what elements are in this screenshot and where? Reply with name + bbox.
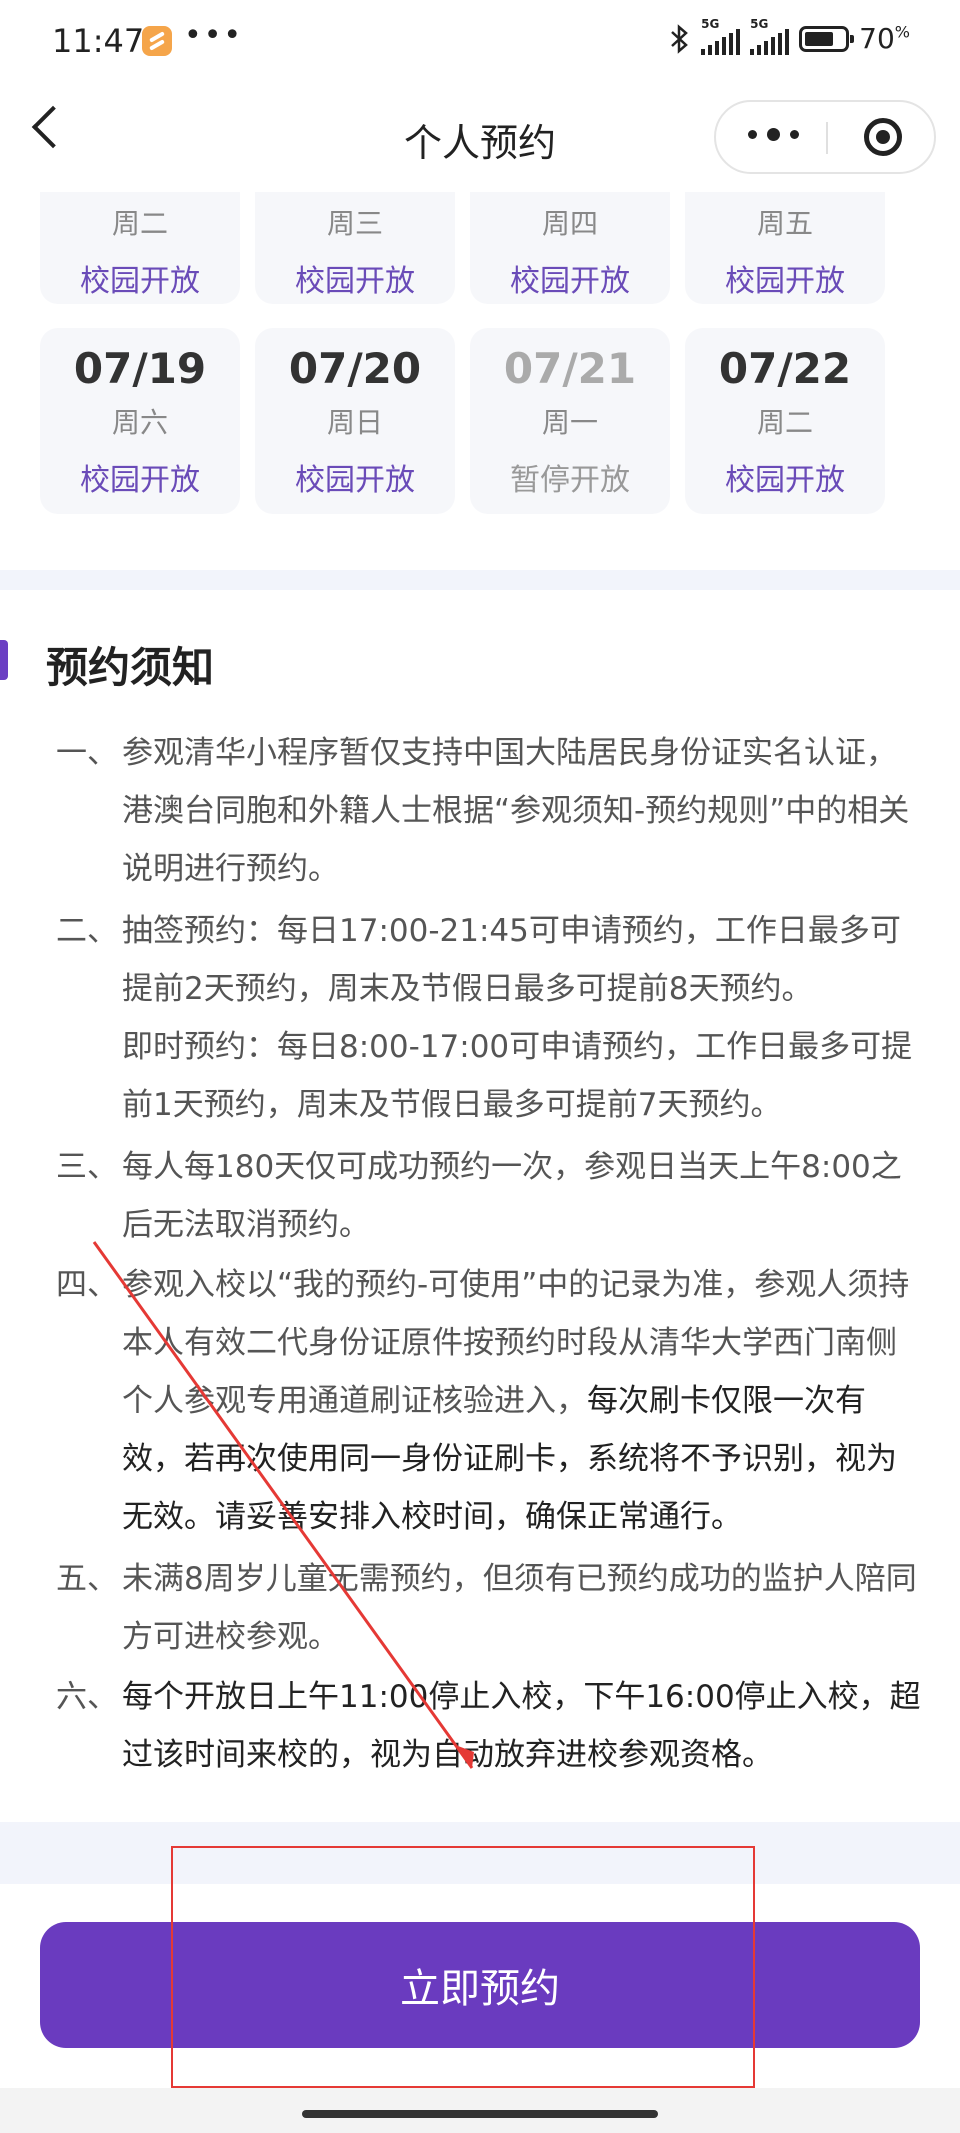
calendar-day[interactable]: 07/22 周二 校园开放	[685, 328, 885, 514]
notice-item: 二、 抽签预约：每日17:00-21:45可申请预约，工作日最多可提前2天预约，…	[56, 913, 913, 1123]
network-label-1: 5G	[701, 16, 720, 31]
notice-item: 六、 每个开放日上午11:00停止入校，下午16:00停止入校，超过该时间来校的…	[56, 1679, 921, 1773]
home-indicator	[302, 2110, 658, 2118]
more-menu-icon[interactable]	[748, 124, 800, 144]
signal-icon-2: 5G	[750, 17, 790, 55]
calendar-day[interactable]: 周四 校园开放	[470, 192, 670, 304]
notice-item: 一、 参观清华小程序暂仅支持中国大陆居民身份证实名认证，港澳台同胞和外籍人士根据…	[56, 735, 910, 887]
battery-level: 70%	[859, 22, 910, 55]
network-label-2: 5G	[750, 16, 769, 31]
app-notification-icon	[142, 26, 172, 56]
notice-item: 三、 每人每180天仅可成功预约一次，参观日当天上午8:00之后无法取消预约。	[56, 1149, 902, 1243]
calendar-day[interactable]: 周二 校园开放	[40, 192, 240, 304]
close-miniprogram-icon[interactable]	[864, 118, 902, 156]
more-notifications-icon: •••	[184, 18, 244, 53]
calendar-day[interactable]: 07/20 周日 校园开放	[255, 328, 455, 514]
miniprogram-capsule	[714, 100, 936, 174]
status-indicators: 5G 5G 70%	[669, 17, 910, 55]
notice-title: 预约须知	[46, 643, 215, 692]
calendar-day[interactable]: 周三 校园开放	[255, 192, 455, 304]
calendar-day[interactable]: 07/19 周六 校园开放	[40, 328, 240, 514]
calendar-day[interactable]: 周五 校园开放	[685, 192, 885, 304]
battery-icon	[799, 25, 855, 52]
annotation-box	[171, 1846, 755, 2088]
signal-icon-1: 5G	[701, 17, 741, 55]
notice-item: 四、 参观入校以“我的预约-可使用”中的记录为准，参观人须持本人有效二代身份证原…	[56, 1267, 910, 1535]
section-divider	[0, 570, 960, 590]
status-time: 11:47	[52, 22, 145, 60]
notice-item: 五、 未满8周岁儿童无需预约，但须有已预约成功的监护人陪同方可进校参观。	[56, 1561, 917, 1655]
calendar-day-paused: 07/21 周一 暂停开放	[470, 328, 670, 514]
bluetooth-icon	[671, 23, 689, 54]
section-accent-bar	[0, 640, 8, 680]
